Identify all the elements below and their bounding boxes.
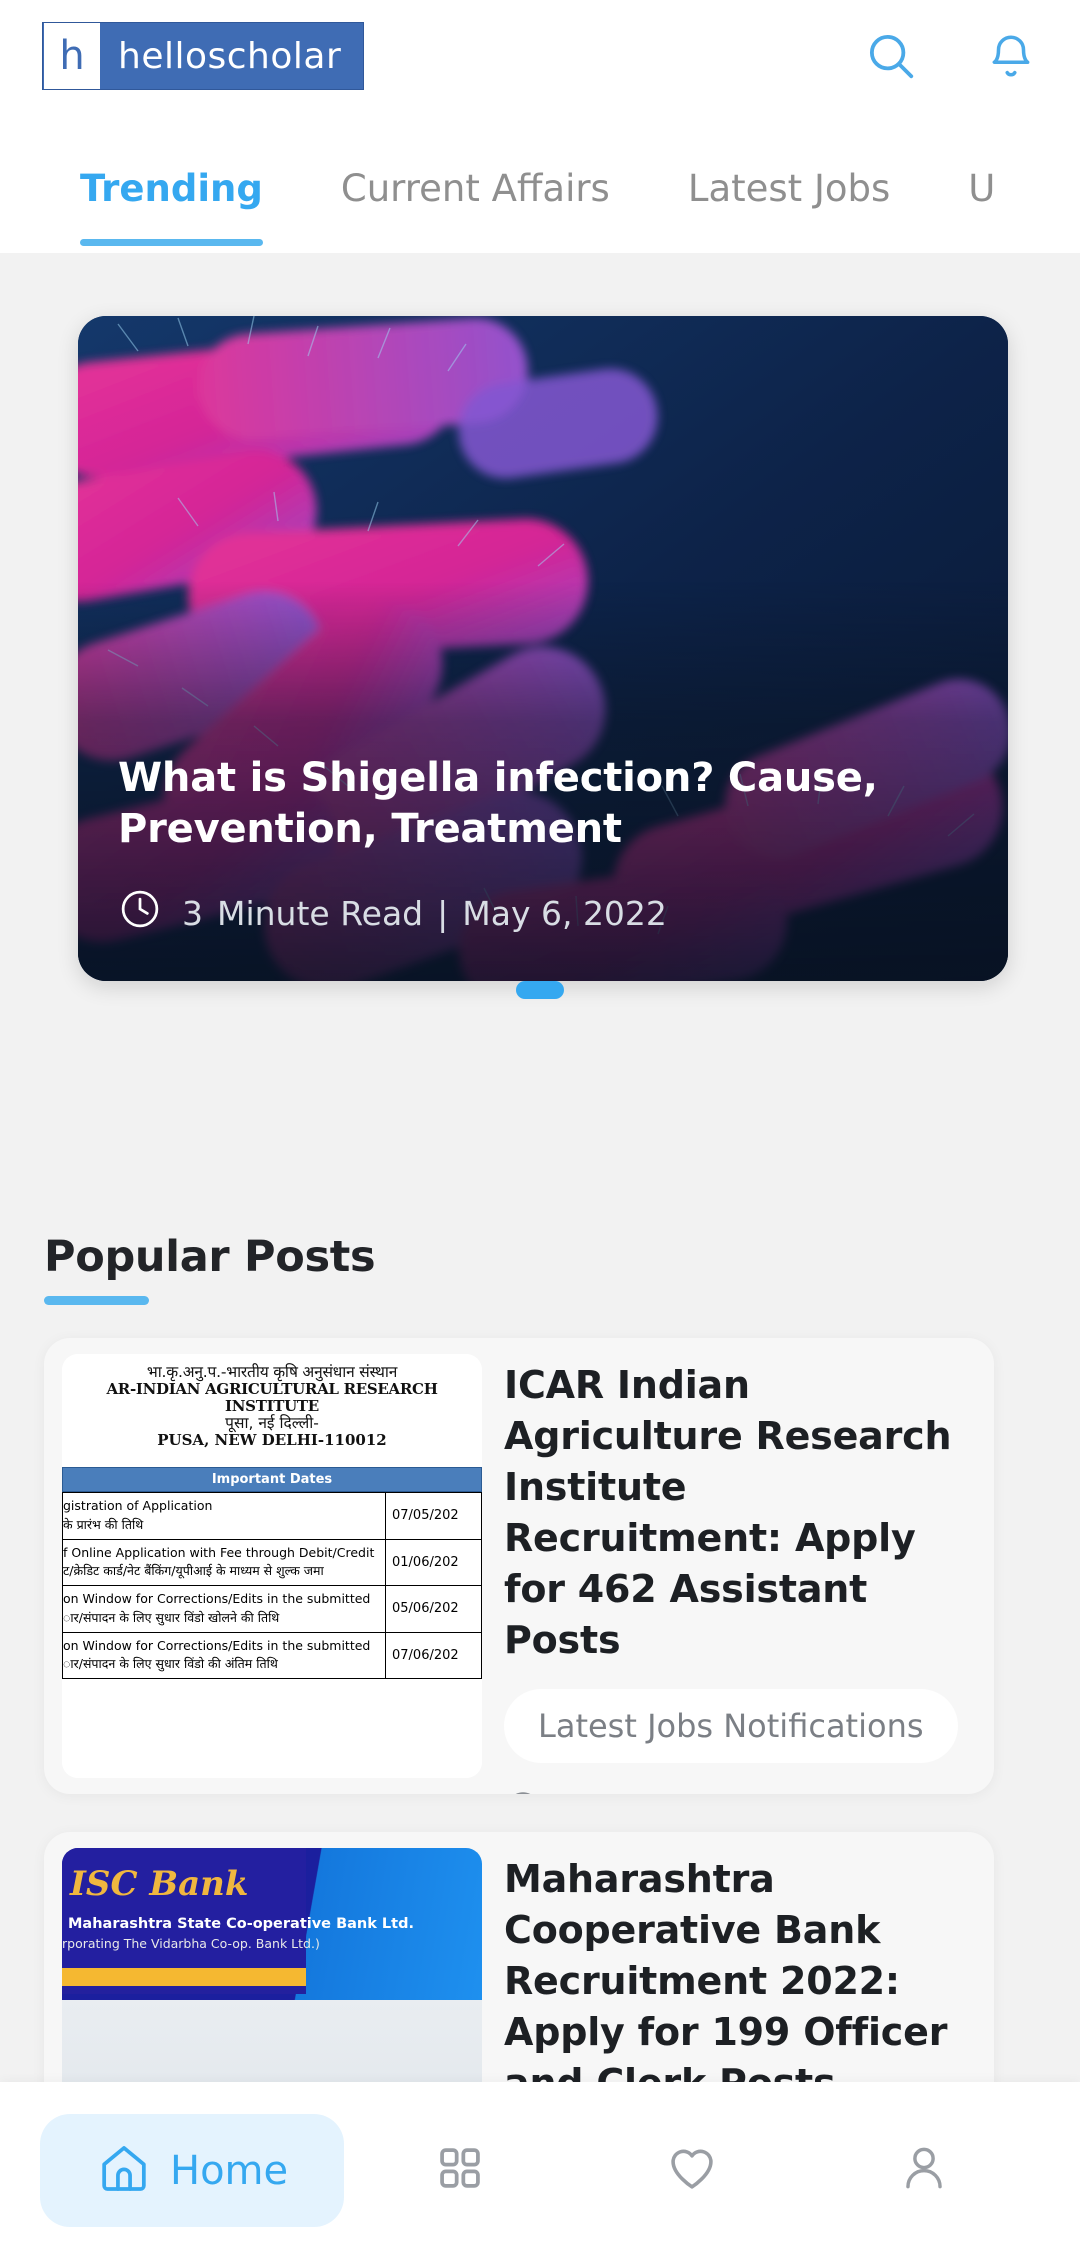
doc-row-date: 05/06/202 (385, 1585, 482, 1633)
post-read-label: 2 Minute Read (558, 1793, 788, 1794)
nav-item-favorites[interactable] (652, 2131, 732, 2211)
doc-line-english-2: PUSA, NEW DELHI-110012 (157, 1431, 387, 1450)
doc-line-hindi-2: पूसा, नई दिल्ली- (225, 1413, 319, 1432)
clock-icon (118, 887, 162, 939)
doc-row-hi: ट/क्रेडिट कार्ड/नेट बैंकिंग/यूपीआई के मा… (63, 1563, 324, 1579)
status-badge[interactable]: Latest Jobs Notifications (504, 1689, 958, 1764)
page-title: Popular Posts (44, 1232, 376, 1282)
post-title[interactable]: ICAR Indian Agriculture Research Institu… (504, 1360, 976, 1665)
hero-meta: 3 Minute Read | May 6, 2022 (118, 887, 968, 939)
table-row: f Online Application with Fee through De… (62, 1538, 482, 1587)
app-logo[interactable]: h helloscholar (42, 22, 365, 90)
doc-row-date: 07/06/202 (385, 1631, 482, 1680)
doc-row-hi: ार/संपादन के लिए सुधार विंडो खोलने की ति… (63, 1609, 280, 1625)
category-tabs[interactable]: Trending Current Affairs Latest Jobs U (0, 143, 1080, 253)
doc-table-header: Important Dates (62, 1467, 482, 1493)
nav-secondary-items (344, 2131, 1040, 2211)
post-title[interactable]: Maharashtra Cooperative Bank Recruitment… (504, 1854, 976, 2109)
heart-icon (665, 2141, 719, 2200)
tab-upcoming[interactable]: U (968, 167, 995, 230)
logo-mark: h (44, 23, 100, 89)
hero-card[interactable]: What is Shigella infection? Cause, Preve… (78, 316, 1008, 981)
logo-wordmark: helloscholar (118, 35, 342, 77)
msc-subtitle-2: rporating The Vidarbha Co-op. Bank Ltd.) (62, 1936, 320, 1951)
icar-document-image: भा.कृ.अनु.प.-भारतीय कृषि अनुसंधान संस्था… (62, 1354, 482, 1778)
table-row: on Window for Corrections/Edits in the s… (62, 1585, 482, 1633)
hero-text-block: What is Shigella infection? Cause, Preve… (118, 753, 968, 939)
carousel-indicator[interactable] (0, 981, 1080, 999)
post-meta: 2 Minute Read May 7, 2022 (504, 1789, 976, 1794)
msc-bank-name: ISC Bank (70, 1864, 249, 1904)
tab-trending[interactable]: Trending (80, 167, 263, 246)
section-underline (44, 1296, 149, 1305)
doc-row-text: on Window for Corrections/Edits in the s… (62, 1585, 386, 1633)
bottom-navigation: Home (0, 2082, 1080, 2259)
doc-dates-table: gistration of Application के प्रारंभ की … (62, 1492, 482, 1680)
doc-row-en: f Online Application with Fee through De… (63, 1544, 375, 1560)
carousel-dot-active[interactable] (516, 981, 564, 999)
doc-row-en: gistration of Application (63, 1498, 213, 1514)
hero-title: What is Shigella infection? Cause, Preve… (118, 754, 878, 852)
doc-row-text: f Online Application with Fee through De… (62, 1538, 386, 1587)
doc-row-text: on Window for Corrections/Edits in the s… (62, 1631, 386, 1680)
hero-carousel: What is Shigella infection? Cause, Preve… (0, 253, 1080, 1053)
popular-posts-header: Popular Posts (44, 1232, 376, 1305)
doc-row-en: on Window for Corrections/Edits in the s… (63, 1637, 371, 1653)
hero-meta-separator: | (437, 893, 449, 933)
nav-item-home[interactable]: Home (40, 2114, 345, 2227)
user-icon (898, 2142, 950, 2199)
doc-line-english-1: AR-INDIAN AGRICULTURAL RESEARCH INSTITUT… (106, 1380, 438, 1416)
hero-read-count: 3 (182, 893, 203, 933)
doc-row-date: 01/06/202 (385, 1538, 482, 1587)
doc-row-hi: ार/संपादन के लिए सुधार विंडो की अंतिम ति… (63, 1656, 278, 1672)
doc-row-hi: के प्रारंभ की तिथि (63, 1516, 144, 1532)
app-screen: h helloscholar Trending Current Affairs … (0, 0, 1080, 2259)
nav-item-categories[interactable] (420, 2131, 500, 2211)
post-read-time: 2 Minute Read (504, 1789, 976, 1794)
post-content: ICAR Indian Agriculture Research Institu… (504, 1354, 976, 1794)
bell-icon[interactable] (982, 27, 1040, 85)
doc-row-date: 07/05/202 (385, 1492, 482, 1540)
hero-date: May 6, 2022 (462, 893, 667, 933)
nav-item-profile[interactable] (884, 2131, 964, 2211)
tab-current-affairs[interactable]: Current Affairs (341, 167, 610, 230)
msc-gold-bar (62, 1968, 306, 1986)
msc-bottom-strip (62, 1986, 306, 1994)
header-actions (862, 22, 1040, 90)
home-icon (96, 2140, 152, 2201)
table-row: on Window for Corrections/Edits in the s… (62, 1631, 482, 1680)
search-icon[interactable] (862, 27, 920, 85)
doc-line-hindi-1: भा.कृ.अनु.प.-भारतीय कृषि अनुसंधान संस्था… (146, 1363, 398, 1381)
doc-row-text: gistration of Application के प्रारंभ की … (62, 1492, 386, 1540)
msc-subtitle-1: Maharashtra State Co-operative Bank Ltd. (68, 1916, 414, 1932)
post-thumbnail: भा.कृ.अनु.प.-भारतीय कृषि अनुसंधान संस्था… (62, 1354, 482, 1778)
doc-row-en: on Window for Corrections/Edits in the s… (63, 1591, 371, 1607)
doc-heading: भा.कृ.अनु.प.-भारतीय कृषि अनुसंधान संस्था… (62, 1363, 482, 1450)
hero-read-label: Minute Read (217, 893, 424, 933)
clock-icon (504, 1789, 542, 1794)
list-item[interactable]: भा.कृ.अनु.प.-भारतीय कृषि अनुसंधान संस्था… (44, 1338, 994, 1794)
table-row: gistration of Application के प्रारंभ की … (62, 1492, 482, 1540)
nav-item-home-label: Home (170, 2147, 289, 2194)
grid-icon (435, 2143, 485, 2198)
tab-latest-jobs[interactable]: Latest Jobs (688, 167, 890, 230)
logo-letter: h (59, 33, 85, 79)
